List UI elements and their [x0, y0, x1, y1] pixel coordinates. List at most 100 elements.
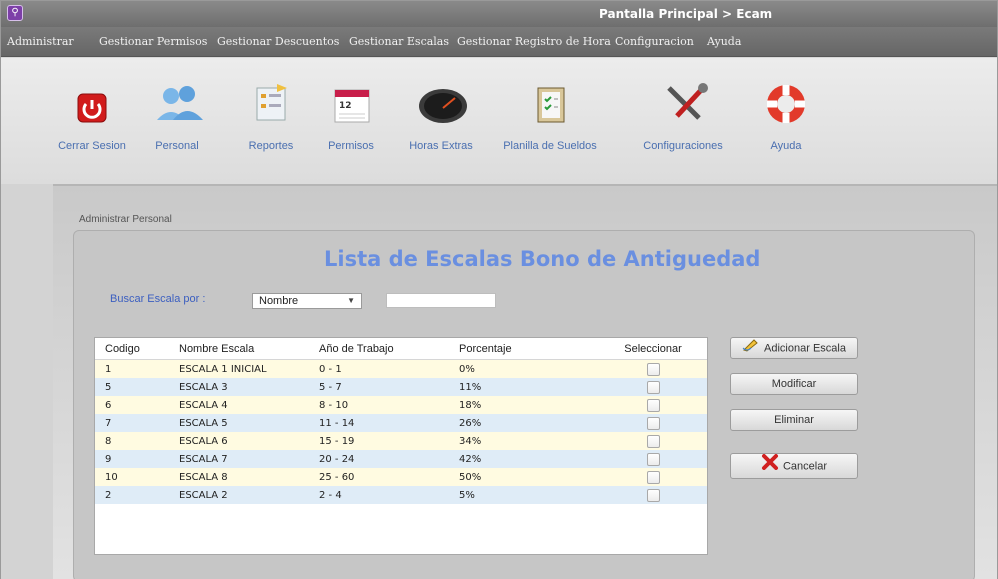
- menu-gestionar-registro-hora[interactable]: Gestionar Registro de Hora: [457, 35, 611, 48]
- table-row[interactable]: 6 ESCALA 4 8 - 10 18%: [95, 396, 707, 414]
- search-field-select[interactable]: Nombre ▼: [252, 293, 362, 309]
- cell-porcentaje: 50%: [459, 471, 482, 483]
- select-checkbox[interactable]: [646, 416, 660, 430]
- menu-administrar[interactable]: Administrar: [7, 35, 74, 48]
- cell-seleccionar: [599, 434, 707, 448]
- people-icon: [153, 78, 203, 126]
- pencil-icon: [742, 338, 760, 359]
- toolbar-ayuda[interactable]: Ayuda: [761, 78, 811, 152]
- delete-button[interactable]: Eliminar: [730, 409, 858, 431]
- cell-anio: 5 - 7: [319, 381, 342, 393]
- cell-seleccionar: [599, 488, 707, 502]
- cell-porcentaje: 26%: [459, 417, 482, 429]
- cell-nombre: ESCALA 4: [179, 399, 228, 411]
- cell-porcentaje: 11%: [459, 381, 482, 393]
- cancel-x-icon: [761, 454, 779, 479]
- column-header[interactable]: Nombre Escala: [179, 343, 319, 355]
- column-header[interactable]: Codigo: [95, 343, 179, 355]
- menu-gestionar-escalas[interactable]: Gestionar Escalas: [349, 35, 449, 48]
- page-title: Lista de Escalas Bono de Antiguedad: [324, 247, 761, 271]
- toolbar-permisos[interactable]: 12 Permisos: [321, 78, 381, 152]
- lifebuoy-icon: [762, 78, 810, 126]
- select-checkbox[interactable]: [646, 470, 660, 484]
- select-checkbox[interactable]: [646, 434, 660, 448]
- cancel-label: Cancelar: [782, 460, 828, 473]
- cell-codigo: 2: [105, 489, 112, 501]
- cell-porcentaje: 18%: [459, 399, 482, 411]
- main-window: ⚲ Pantalla Principal > Ecam Administrar …: [0, 0, 998, 579]
- select-checkbox[interactable]: [646, 398, 660, 412]
- app-logo-icon[interactable]: ⚲: [7, 5, 23, 21]
- cell-nombre: ESCALA 3: [179, 381, 228, 393]
- cell-porcentaje: 42%: [459, 453, 482, 465]
- toolbar-cerrar-sesion[interactable]: Cerrar Sesion: [53, 78, 131, 152]
- toolbar-label: Permisos: [328, 140, 374, 152]
- toolbar-planilla-sueldos[interactable]: Planilla de Sueldos: [493, 78, 607, 152]
- cell-porcentaje: 0%: [459, 363, 475, 375]
- cell-codigo: 10: [105, 471, 118, 483]
- add-scale-button[interactable]: Adicionar Escala: [730, 337, 858, 359]
- menu-gestionar-permisos[interactable]: Gestionar Permisos: [99, 35, 207, 48]
- toolbar-horas-extras[interactable]: Horas Extras: [403, 78, 479, 152]
- cell-porcentaje: 34%: [459, 435, 482, 447]
- table-row[interactable]: 2 ESCALA 2 2 - 4 5%: [95, 486, 707, 504]
- cell-codigo: 5: [105, 381, 112, 393]
- select-value: Nombre: [259, 295, 299, 307]
- inner-panel: Lista de Escalas Bono de Antiguedad Busc…: [73, 230, 975, 579]
- table-row[interactable]: 8 ESCALA 6 15 - 19 34%: [95, 432, 707, 450]
- cell-codigo: 6: [105, 399, 112, 411]
- menu-gestionar-descuentos[interactable]: Gestionar Descuentos: [217, 35, 339, 48]
- select-checkbox[interactable]: [646, 488, 660, 502]
- add-scale-label: Adicionar Escala: [764, 342, 846, 355]
- toolbar-label: Ayuda: [770, 140, 802, 152]
- cell-seleccionar: [599, 452, 707, 466]
- toolbar-configuraciones[interactable]: Configuraciones: [635, 78, 731, 152]
- reports-icon: [247, 78, 295, 126]
- cell-codigo: 9: [105, 453, 112, 465]
- cell-seleccionar: [599, 416, 707, 430]
- window-title: Pantalla Principal > Ecam: [599, 7, 773, 21]
- toolbar-label: Reportes: [248, 140, 294, 152]
- search-label: Buscar Escala por :: [110, 293, 206, 305]
- cell-anio: 0 - 1: [319, 363, 342, 375]
- menu-ayuda[interactable]: Ayuda: [707, 35, 741, 48]
- table-row[interactable]: 9 ESCALA 7 20 - 24 42%: [95, 450, 707, 468]
- cancel-button[interactable]: Cancelar: [730, 453, 858, 479]
- toolbar-label: Cerrar Sesion: [58, 140, 126, 152]
- toolbar-reportes[interactable]: Reportes: [241, 78, 301, 152]
- cell-nombre: ESCALA 8: [179, 471, 228, 483]
- table-row[interactable]: 1 ESCALA 1 INICIAL 0 - 1 0%: [95, 360, 707, 378]
- power-icon: [68, 78, 116, 126]
- table-row[interactable]: 5 ESCALA 3 5 - 7 11%: [95, 378, 707, 396]
- cell-anio: 15 - 19: [319, 435, 355, 447]
- select-checkbox[interactable]: [646, 452, 660, 466]
- cell-anio: 2 - 4: [319, 489, 342, 501]
- modify-button[interactable]: Modificar: [730, 373, 858, 395]
- menu-bar: Administrar Gestionar Permisos Gestionar…: [1, 27, 997, 57]
- select-checkbox[interactable]: [646, 362, 660, 376]
- cell-codigo: 7: [105, 417, 112, 429]
- table-row[interactable]: 7 ESCALA 5 11 - 14 26%: [95, 414, 707, 432]
- admin-panel: Administrar Personal Lista de Escalas Bo…: [53, 184, 997, 579]
- cell-porcentaje: 5%: [459, 489, 475, 501]
- cell-anio: 8 - 10: [319, 399, 349, 411]
- menu-configuracion[interactable]: Configuracion: [615, 35, 694, 48]
- column-header[interactable]: Seleccionar: [599, 343, 707, 355]
- cell-nombre: ESCALA 5: [179, 417, 228, 429]
- search-input[interactable]: [386, 293, 496, 308]
- toolbar-personal[interactable]: Personal: [147, 78, 207, 152]
- column-header[interactable]: Porcentaje: [459, 343, 599, 355]
- table-header: Codigo Nombre Escala Año de Trabajo Porc…: [95, 338, 707, 360]
- cell-codigo: 1: [105, 363, 112, 375]
- cell-anio: 25 - 60: [319, 471, 355, 483]
- clipboard-icon: [526, 78, 574, 126]
- cell-seleccionar: [599, 380, 707, 394]
- delete-label: Eliminar: [774, 414, 814, 426]
- toolbar-label: Configuraciones: [643, 140, 723, 152]
- column-header[interactable]: Año de Trabajo: [319, 343, 459, 355]
- select-checkbox[interactable]: [646, 380, 660, 394]
- tools-icon: [659, 78, 708, 126]
- table-row[interactable]: 10 ESCALA 8 25 - 60 50%: [95, 468, 707, 486]
- panel-title: Administrar Personal: [79, 214, 172, 225]
- cell-nombre: ESCALA 6: [179, 435, 228, 447]
